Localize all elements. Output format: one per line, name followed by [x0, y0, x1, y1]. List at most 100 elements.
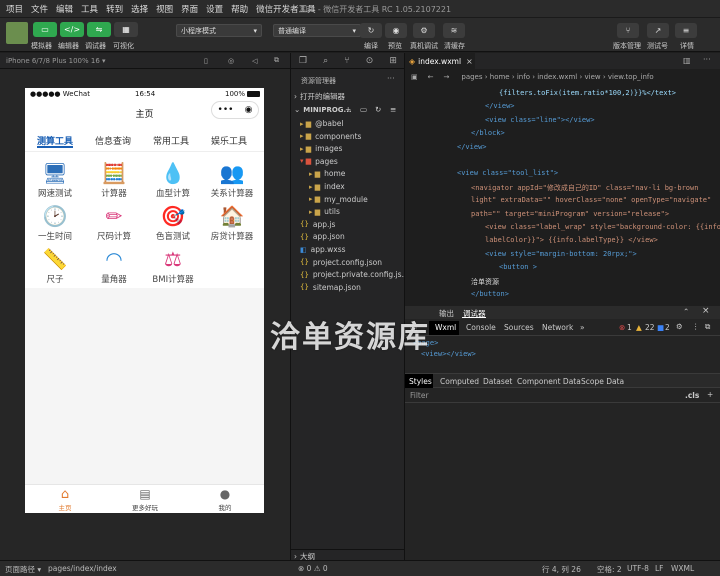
close-icon[interactable]: × [466, 57, 473, 66]
device-select[interactable]: iPhone 6/7/8 Plus 100% 16 ▾ [6, 57, 106, 65]
breadcrumb[interactable]: pages › home › info › index.wxml › view … [461, 73, 653, 81]
tree-item[interactable]: ▸ ▆ home [291, 167, 405, 180]
tree-item[interactable]: ▸ ▆ index [291, 180, 405, 193]
tab-component-data[interactable]: Component Data [517, 377, 581, 386]
popout-icon[interactable]: ⧉ [274, 56, 279, 65]
tab-styles[interactable]: Styles [409, 377, 432, 386]
sound-icon[interactable]: ◁ [252, 57, 257, 65]
language[interactable]: WXML [671, 564, 694, 573]
code-line[interactable]: </button> [471, 290, 509, 298]
category-tab[interactable]: 娱乐工具 [199, 134, 259, 147]
code-line[interactable]: path="" target="miniProgram" version="re… [471, 210, 669, 218]
cls-button[interactable]: .cls [685, 391, 699, 400]
code-line[interactable]: 洽单资源 [471, 277, 499, 287]
chevron-up-icon[interactable]: ⌃ [683, 307, 689, 316]
menu-item[interactable]: 转到 [106, 3, 123, 15]
collapse-icon[interactable]: ≡ [390, 105, 396, 114]
code-line[interactable]: {filters.toFix(item.ratio*100,2)}}%</tex… [499, 89, 676, 97]
code-line[interactable]: <view class="line"></view> [485, 116, 595, 124]
more-icon[interactable]: ··· [387, 74, 395, 83]
category-tab[interactable]: 常用工具 [141, 134, 201, 147]
tool-tile[interactable]: 🕑 一生时间 [25, 203, 85, 242]
tool-tile[interactable]: 💧 血型计算 [143, 160, 203, 199]
problems[interactable]: ⊗ 0 ⚠ 0 [298, 564, 328, 573]
tree-item[interactable]: ◧ app.wxss [291, 243, 405, 256]
menu-item[interactable]: 项目 [6, 3, 23, 15]
tool-tile[interactable]: 🏠 房贷计算器 [202, 203, 262, 242]
menu-item[interactable]: 文件 [31, 3, 48, 15]
menu-item[interactable]: 选择 [131, 3, 148, 15]
back-icon[interactable]: ← [428, 73, 434, 81]
simulator-button[interactable]: ▭ [33, 22, 57, 37]
tab-console[interactable]: Console [466, 323, 496, 332]
new-file-icon[interactable]: + [345, 105, 351, 114]
split-icon[interactable]: ▥ [683, 56, 691, 65]
close-icon[interactable]: × [702, 306, 710, 316]
menu-item[interactable]: 帮助 [231, 3, 248, 15]
tab-network[interactable]: Network [542, 323, 573, 332]
tab-scope-data[interactable]: Scope Data [581, 377, 624, 386]
add-icon[interactable]: + [707, 390, 713, 399]
tab-me[interactable]: ● 我的 [205, 487, 245, 512]
compile-button[interactable]: ↻ [360, 23, 382, 38]
preview-button[interactable]: ◉ [385, 23, 407, 38]
category-tab[interactable]: 信息查询 [83, 134, 143, 147]
code-line[interactable]: labelColor}}"> {{info.labelType}} </view… [485, 236, 658, 244]
menu-item[interactable]: 界面 [181, 3, 198, 15]
menu-item[interactable]: 视图 [156, 3, 173, 15]
editor-button[interactable]: </> [60, 22, 84, 37]
menu-item[interactable]: 设置 [206, 3, 223, 15]
tree-item[interactable]: {} project.config.json [291, 256, 405, 269]
code-line[interactable]: <view class="label_wrap" style="backgrou… [485, 223, 720, 231]
tab-output[interactable]: 输出 [439, 308, 454, 319]
tab-more[interactable]: ▤ 更多好玩 [125, 487, 165, 512]
code-line[interactable]: </view> [457, 143, 487, 151]
tree-item[interactable]: ▸ ▆ components [291, 130, 405, 143]
clear-cache-button[interactable]: ≋ [443, 23, 465, 38]
tree-item[interactable]: ▸ ▆ @babel [291, 117, 405, 130]
tree-item[interactable]: {} app.js [291, 218, 405, 231]
code-line[interactable]: <button > [499, 263, 537, 271]
tab-computed[interactable]: Computed [440, 377, 479, 386]
tool-tile[interactable]: 📏 尺子 [25, 246, 85, 285]
page-path[interactable]: pages/index/index [48, 564, 117, 573]
mode-select[interactable]: 小程序模式 ▾ [176, 24, 262, 37]
compile-mode-select[interactable]: 普通编译 ▾ [273, 24, 361, 37]
filter-input[interactable]: Filter [410, 391, 429, 400]
tree-item[interactable]: {} project.private.config.js... [291, 268, 409, 281]
visual-button[interactable]: ▦ [114, 22, 138, 37]
tree-item[interactable]: {} app.json [291, 230, 405, 243]
cursor-position[interactable]: 行 4, 列 26 [542, 564, 581, 575]
git-icon[interactable]: ⑂ [344, 56, 349, 66]
forward-icon[interactable]: → [444, 73, 450, 81]
gear-icon[interactable]: ⚙ [676, 322, 683, 331]
tree-item[interactable]: ▾ ▆ pages [291, 155, 405, 168]
code-line[interactable]: <view style="margin-bottom: 20rpx;"> [485, 250, 637, 258]
new-folder-icon[interactable]: ▭ [360, 105, 367, 114]
capsule-menu[interactable]: ••• ◉ [211, 101, 259, 119]
tool-tile[interactable]: 🖥 网速测试 [25, 160, 85, 199]
real-debug-button[interactable]: ⚙ [413, 23, 435, 38]
tree-item[interactable]: ▸ ▆ utils [291, 205, 405, 218]
project-section[interactable]: ⌄ MINIPROG... + ▭ ↻ ≡ [291, 103, 405, 116]
open-editors-section[interactable]: › 打开的编辑器 [291, 90, 405, 103]
eol[interactable]: LF [655, 564, 664, 573]
more-icon[interactable]: ••• [218, 105, 234, 115]
tree-item[interactable]: ▸ ▆ my_module [291, 193, 405, 206]
tree-item[interactable]: ▸ ▆ images [291, 142, 405, 155]
code-editor[interactable]: ◈ index.wxml × ▥ ··· ▣ ← → pages › home ›… [404, 53, 720, 306]
tool-tile[interactable]: ◠ 量角器 [84, 246, 144, 285]
code-line[interactable]: </block> [471, 129, 505, 137]
code-line[interactable]: light" extraData="" hoverClass="none" op… [471, 196, 711, 204]
code-line[interactable]: </view> [485, 102, 515, 110]
spaces[interactable]: 空格: 2 [597, 564, 622, 575]
tab-dataset[interactable]: Dataset [483, 377, 512, 386]
tool-tile[interactable]: 👥 关系计算器 [202, 160, 262, 199]
more-vert-icon[interactable]: ⋮ [692, 322, 700, 331]
more-icon[interactable]: ··· [703, 55, 711, 64]
refresh-icon[interactable]: ↻ [375, 105, 381, 114]
code-line[interactable]: <view class="tool_list"> [457, 169, 558, 177]
menu-item[interactable]: 编辑 [56, 3, 73, 15]
files-icon[interactable]: ❐ [299, 56, 307, 66]
sidebar-icon[interactable]: ▣ [411, 73, 418, 81]
